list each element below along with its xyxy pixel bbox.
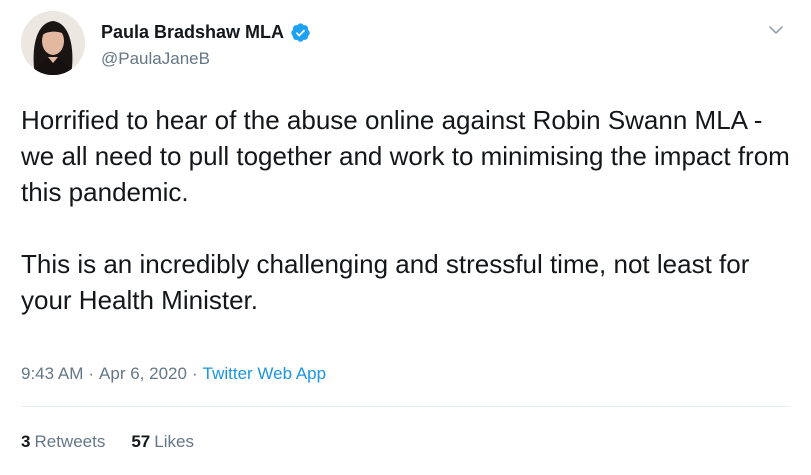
verified-badge-icon [291,22,310,42]
likes-label: Likes [154,432,194,451]
tweet-source-link[interactable]: Twitter Web App [203,362,326,386]
tweet-text: Horrified to hear of the abuse online ag… [21,102,791,318]
chevron-down-icon[interactable] [767,21,785,39]
retweets-label: Retweets [34,432,106,451]
avatar[interactable] [21,11,85,75]
likes-count: 57 [131,432,151,451]
meta-separator: · [191,364,198,383]
tweet-paragraph: Horrified to hear of the abuse online ag… [21,105,790,207]
retweets-count: 3 [21,432,31,451]
tweet-metadata: 9:43 AM · Apr 6, 2020 · Twitter Web App [21,362,326,386]
divider [21,406,790,407]
engagement-stats: 3 Retweets 57 Likes [21,430,194,454]
author-name-row[interactable]: Paula Bradshaw MLA [101,20,311,44]
retweets-stat[interactable]: 3 Retweets [21,430,105,454]
tweet-time[interactable]: 9:43 AM [21,362,83,386]
tweet-card: Paula Bradshaw MLA @PaulaJaneB Horrified… [0,0,811,475]
profile-photo [21,11,85,75]
meta-separator: · [88,364,95,383]
author-display-name[interactable]: Paula Bradshaw MLA [101,20,284,44]
tweet-date[interactable]: Apr 6, 2020 [99,362,187,386]
tweet-paragraph: This is an incredibly challenging and st… [21,249,750,315]
likes-stat[interactable]: 57 Likes [131,430,194,454]
author-handle[interactable]: @PaulaJaneB [101,48,210,70]
